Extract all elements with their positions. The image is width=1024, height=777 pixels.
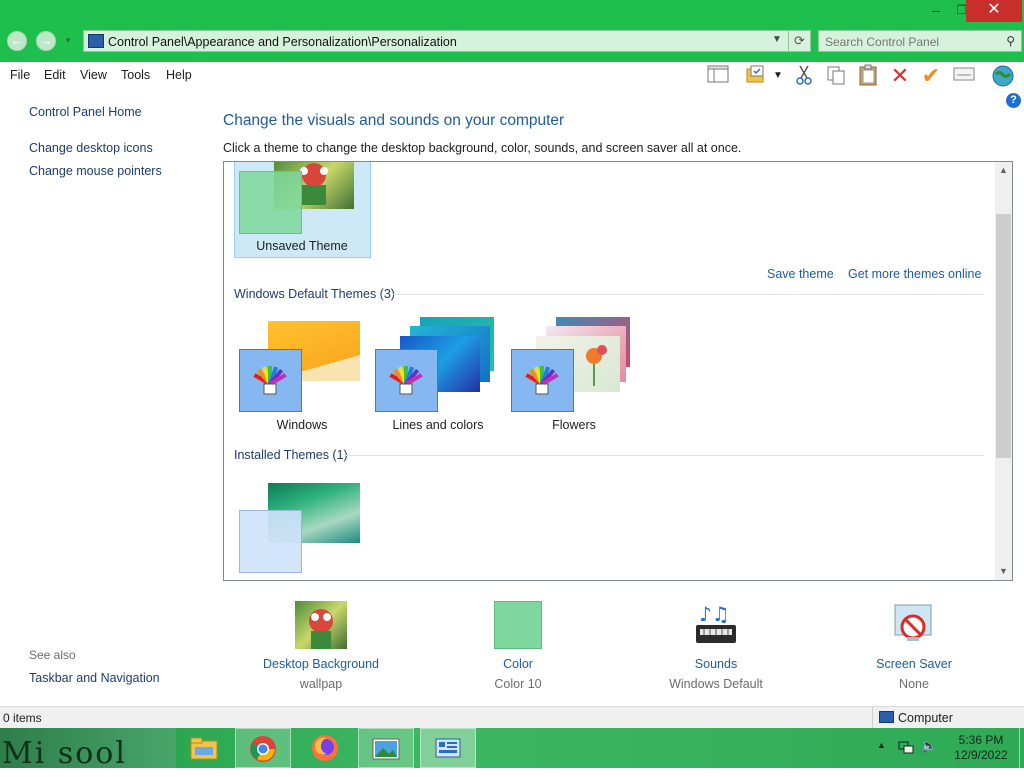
clock[interactable]: 5:36 PM 12/9/2022 <box>946 733 1016 763</box>
control-panel-home-link[interactable]: Control Panel Home <box>29 105 142 119</box>
color-swatch-icon <box>494 601 542 649</box>
menu-file[interactable]: File <box>10 68 30 82</box>
change-mouse-pointers-link[interactable]: Change mouse pointers <box>29 164 162 178</box>
menu-edit[interactable]: Edit <box>44 68 66 82</box>
computer-icon <box>879 711 894 723</box>
photo-viewer-icon[interactable] <box>358 728 414 768</box>
taskbar-wallpaper: Mi sool <box>0 728 176 768</box>
back-button[interactable]: ← <box>7 31 27 51</box>
setting-value: wallpap <box>299 677 343 691</box>
section-title: Windows Default Themes (3) <box>234 287 395 301</box>
location-label: Computer <box>898 711 953 725</box>
show-desktop-button[interactable] <box>1019 728 1024 768</box>
chevron-down-icon[interactable]: ▼ <box>772 34 782 45</box>
refresh-button[interactable]: ⟳ <box>788 31 810 51</box>
theme-label: Unsaved Theme <box>256 239 348 253</box>
color-wheel-icon <box>511 349 574 412</box>
theme-list[interactable]: Unsaved Theme Save theme Get more themes… <box>223 161 1013 581</box>
vertical-scrollbar[interactable]: ▲ ▼ <box>995 162 1012 580</box>
file-explorer-icon[interactable] <box>176 728 232 768</box>
firefox-icon[interactable] <box>297 728 353 768</box>
scroll-up-icon[interactable]: ▲ <box>995 162 1012 179</box>
folder-options-icon[interactable] <box>743 64 769 88</box>
setting-label[interactable]: Color <box>428 657 608 671</box>
network-icon[interactable] <box>898 740 914 757</box>
volume-icon[interactable]: 🔈 <box>921 738 937 754</box>
copy-icon[interactable] <box>823 64 849 88</box>
menu-help[interactable]: Help <box>166 68 192 82</box>
delete-icon[interactable]: ✕ <box>887 64 913 88</box>
color-swatch <box>239 171 302 234</box>
layout-icon[interactable] <box>705 64 731 88</box>
unsaved-theme-tile[interactable]: Unsaved Theme <box>224 162 384 262</box>
setting-label[interactable]: Sounds <box>626 657 806 671</box>
screen-saver-setting[interactable]: Screen Saver None <box>824 601 1004 697</box>
chevron-down-icon[interactable]: ▼ <box>771 64 785 88</box>
clock-date: 12/9/2022 <box>954 748 1008 762</box>
taskbar: Mi sool ▲ 🔈 5:36 PM 12/9/2022 <box>0 728 1024 768</box>
scrollbar-thumb[interactable] <box>996 214 1011 458</box>
theme-flowers-tile[interactable]: Flowers <box>496 312 656 432</box>
color-wheel-icon <box>375 349 438 412</box>
section-title: Installed Themes (1) <box>234 448 348 462</box>
help-icon[interactable]: ? <box>1006 93 1021 108</box>
control-panel-icon[interactable] <box>420 728 476 768</box>
item-count: 0 items <box>3 711 42 725</box>
color-setting[interactable]: Color Color 10 <box>428 601 608 697</box>
address-path[interactable]: Control Panel\Appearance and Personaliza… <box>108 35 457 49</box>
close-button[interactable]: ✕ <box>966 0 1022 22</box>
search-input[interactable] <box>825 34 995 49</box>
address-bar[interactable]: Control Panel\Appearance and Personaliza… <box>83 30 811 52</box>
magnifier-icon[interactable]: ⚲ <box>1006 34 1015 48</box>
sounds-setting[interactable]: ♪♫ Sounds Windows Default <box>626 601 806 697</box>
installed-theme-tile[interactable] <box>224 472 384 580</box>
menu-tools[interactable]: Tools <box>121 68 150 82</box>
scroll-down-icon[interactable]: ▼ <box>995 563 1012 580</box>
control-panel-icon <box>88 34 104 48</box>
globe-icon[interactable] <box>990 64 1016 88</box>
forward-button[interactable]: → <box>36 31 56 51</box>
setting-value: Color 10 <box>494 677 542 691</box>
setting-label[interactable]: Screen Saver <box>824 657 1004 671</box>
clock-time: 5:36 PM <box>958 733 1004 747</box>
divider <box>392 294 984 295</box>
apply-icon[interactable]: ✔ <box>918 64 944 88</box>
save-theme-link[interactable]: Save theme <box>767 267 834 281</box>
status-bar: 0 items Computer <box>0 706 1024 729</box>
chrome-icon[interactable] <box>235 728 291 768</box>
page-subtitle: Click a theme to change the desktop back… <box>223 141 742 155</box>
desktop-background-setting[interactable]: Desktop Background wallpap <box>231 601 411 697</box>
color-swatch <box>239 510 302 573</box>
see-also-title: See also <box>29 648 76 662</box>
screen-saver-icon <box>889 601 939 651</box>
paste-icon[interactable] <box>855 64 881 88</box>
setting-value: None <box>899 677 929 691</box>
setting-label[interactable]: Desktop Background <box>231 657 411 671</box>
menu-view[interactable]: View <box>80 68 107 82</box>
wallpaper-thumbnail-icon <box>295 601 347 649</box>
theme-label: Lines and colors <box>392 418 484 432</box>
theme-label: Flowers <box>552 418 596 432</box>
page-title: Change the visuals and sounds on your co… <box>223 112 565 129</box>
cut-icon[interactable] <box>791 64 817 88</box>
show-hidden-icons[interactable]: ▲ <box>877 740 886 750</box>
properties-icon[interactable] <box>951 64 977 88</box>
sounds-icon: ♪♫ <box>691 601 741 651</box>
get-more-themes-link[interactable]: Get more themes online <box>848 267 981 281</box>
svg-text:♪♫: ♪♫ <box>699 602 730 626</box>
setting-value: Windows Default <box>669 677 763 691</box>
location-indicator: Computer <box>872 707 1024 729</box>
color-wheel-icon <box>239 349 302 412</box>
recent-pages-dropdown[interactable]: ▾ <box>66 35 71 46</box>
change-desktop-icons-link[interactable]: Change desktop icons <box>29 141 153 155</box>
wallpaper-text: Mi sool <box>2 736 127 768</box>
divider <box>346 455 984 456</box>
theme-label: Windows <box>276 418 328 432</box>
left-pane: Control Panel Home Change desktop icons … <box>0 90 210 706</box>
menu-bar: File Edit View Tools Help ▼ ✕ ✔ ? <box>0 62 1024 108</box>
search-box[interactable]: ⚲ <box>818 30 1022 52</box>
title-bar: – ❐ ✕ ← → ▾ Control Panel\Appearance and… <box>0 0 1024 62</box>
taskbar-navigation-link[interactable]: Taskbar and Navigation <box>29 671 160 685</box>
